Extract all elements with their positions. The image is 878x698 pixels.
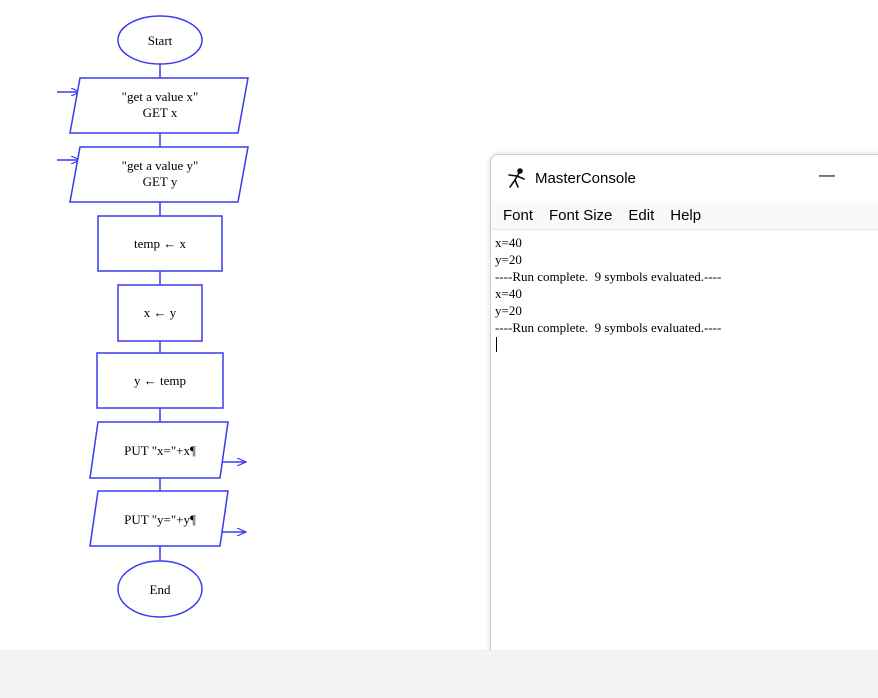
output-y-label: PUT "y="+y¶ xyxy=(124,512,196,527)
menu-help[interactable]: Help xyxy=(670,207,701,224)
bottom-bar xyxy=(0,650,878,698)
console-titlebar[interactable]: MasterConsole — xyxy=(491,155,878,201)
text-caret xyxy=(496,337,497,352)
stick-figure-icon xyxy=(508,168,525,188)
output-line: ----Run complete. 9 symbols evaluated.--… xyxy=(495,320,722,335)
menu-font[interactable]: Font xyxy=(503,207,533,224)
console-output[interactable]: x=40 y=20 ----Run complete. 9 symbols ev… xyxy=(491,230,878,352)
input-x-prompt: "get a value x" xyxy=(122,89,199,104)
output-line: x=40 xyxy=(495,286,522,301)
start-label: Start xyxy=(148,33,173,48)
input-x-command: GET x xyxy=(143,105,178,120)
output-x-label: PUT "x="+x¶ xyxy=(124,443,196,458)
assign-x-label: x ← y xyxy=(144,305,177,320)
assign-temp-label: temp ← x xyxy=(134,236,186,251)
flowchart: Start "get a value x" GET x "get a value… xyxy=(57,15,249,618)
input-y-prompt: "get a value y" xyxy=(122,158,199,173)
output-line: y=20 xyxy=(495,303,522,318)
menu-font-size[interactable]: Font Size xyxy=(549,207,612,224)
assign-y-label: y ← temp xyxy=(134,373,186,388)
end-label: End xyxy=(150,582,171,597)
minimize-button[interactable]: — xyxy=(813,163,841,189)
input-y-command: GET y xyxy=(143,174,178,189)
console-title: MasterConsole xyxy=(535,169,636,187)
output-line: y=20 xyxy=(495,252,522,267)
menu-edit[interactable]: Edit xyxy=(628,207,654,224)
master-console-window[interactable]: MasterConsole — Font Font Size Edit Help… xyxy=(490,154,878,656)
output-line: x=40 xyxy=(495,235,522,250)
output-line: ----Run complete. 9 symbols evaluated.--… xyxy=(495,269,722,284)
console-menubar: Font Font Size Edit Help xyxy=(491,201,878,230)
